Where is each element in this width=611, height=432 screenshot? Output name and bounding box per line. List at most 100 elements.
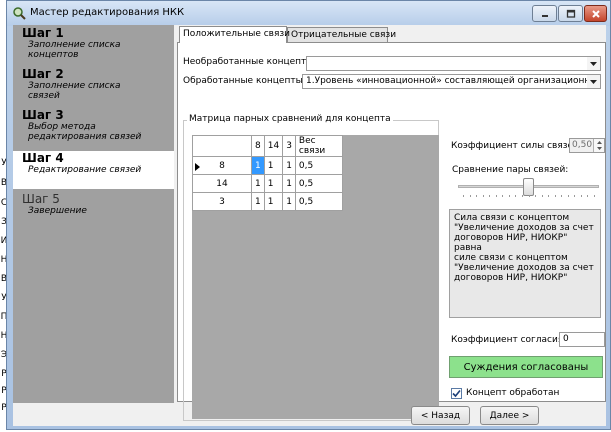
step-4[interactable]: Шаг 4 Редактирование связей: [13, 151, 174, 189]
matrix-cell[interactable]: 1: [263, 156, 284, 175]
spinner-arrows-icon[interactable]: [593, 139, 604, 152]
slider-tick: [469, 195, 471, 197]
step-desc: Выбор метода: [28, 122, 96, 132]
matrix-grid-area: 8 14 3 Вес связи 8 1 1 1 0,5 14 1 1 1 0,…: [192, 135, 439, 419]
coef-strength-value: 0,50: [572, 140, 593, 150]
current-row-icon: [195, 163, 200, 171]
slider-tick: [508, 195, 510, 197]
row-header[interactable]: 14: [192, 174, 252, 193]
matrix-cell[interactable]: 1: [251, 192, 265, 211]
row-header[interactable]: 3: [192, 192, 252, 211]
slider-tick: [535, 195, 537, 197]
step-desc: редактирования связей: [28, 132, 142, 142]
table-row: 14 1 1 1 0,5: [192, 174, 343, 193]
step-title: Шаг 4: [22, 151, 64, 165]
weight-cell[interactable]: 0,5: [294, 156, 343, 175]
agreement-field[interactable]: 0: [559, 332, 605, 347]
wizard-window: Мастер редактирования НКК Шаг 1 Заполнен…: [6, 0, 611, 430]
next-button[interactable]: Далее >: [480, 406, 539, 425]
slider-tick: [502, 195, 504, 197]
row-header[interactable]: 8: [192, 156, 252, 175]
coef-strength-label: Коэффициент силы связей:: [451, 141, 582, 151]
slider-tick: [580, 195, 582, 197]
slider-tick: [463, 195, 464, 197]
slider-tick: [515, 195, 517, 197]
step-desc: Заполнение списка: [28, 40, 121, 50]
row-header-label: 8: [219, 160, 225, 171]
compare-slider-thumb[interactable]: [523, 178, 534, 196]
weight-cell[interactable]: 0,5: [294, 174, 343, 193]
step-desc: связей: [28, 91, 60, 101]
checkmark-icon: [452, 389, 461, 398]
window-client: Шаг 1 Заполнение списка концептов Шаг 2 …: [13, 25, 606, 426]
matrix-cell[interactable]: 1: [263, 192, 284, 211]
chevron-down-icon: [587, 75, 600, 88]
step-desc: концептов: [28, 50, 79, 60]
matrix-cell[interactable]: 1: [282, 156, 296, 175]
step-3[interactable]: Шаг 3 Выбор метода редактирования связей: [13, 108, 174, 143]
info-line: силе связи с концептом: [454, 253, 568, 263]
slider-tick: [495, 195, 497, 197]
compare-label: Сравнение пары связей:: [452, 165, 569, 175]
slider-tick: [476, 195, 478, 197]
magnifier-icon: [13, 7, 26, 20]
slider-tick: [594, 195, 595, 197]
matrix-cell[interactable]: 1: [263, 174, 284, 193]
info-line: договоров НИР, НИОКР": [454, 273, 568, 283]
step-5[interactable]: Шаг 5 Завершение: [13, 192, 174, 217]
column-header[interactable]: 3: [282, 135, 296, 157]
agreed-button[interactable]: Суждения согласованы: [449, 356, 603, 378]
processed-value: 1.Уровень «инновационной» составляющей о…: [306, 76, 601, 86]
minimize-button[interactable]: [532, 5, 557, 22]
step-title: Шаг 1: [22, 26, 64, 40]
processed-select[interactable]: 1.Уровень «инновационной» составляющей о…: [302, 74, 601, 89]
maximize-button[interactable]: [558, 5, 583, 22]
step-title: Шаг 5: [22, 192, 60, 206]
unprocessed-select[interactable]: [306, 56, 601, 71]
matrix-cell[interactable]: 1: [251, 156, 265, 175]
slider-tick: [554, 195, 556, 197]
close-button[interactable]: [584, 5, 607, 22]
step-1[interactable]: Шаг 1 Заполнение списка концептов: [13, 26, 174, 61]
column-header[interactable]: Вес связи: [294, 135, 343, 157]
slider-tick: [521, 195, 523, 197]
processed-checkbox[interactable]: [451, 388, 462, 399]
comparison-matrix[interactable]: 8 14 3 Вес связи 8 1 1 1 0,5 14 1 1 1 0,…: [192, 135, 343, 211]
matrix-cell[interactable]: 1: [251, 174, 265, 193]
matrix-group-title: Матрица парных сравнений для концепта: [187, 114, 393, 124]
row-header-label: 14: [216, 178, 228, 189]
maximize-icon: [566, 9, 575, 18]
slider-tick: [561, 195, 563, 197]
slider-tick: [528, 195, 530, 197]
processed-check-label[interactable]: Концепт обработан: [466, 388, 559, 398]
window-title: Мастер редактирования НКК: [30, 7, 185, 18]
chevron-down-icon: [587, 57, 600, 70]
step-2[interactable]: Шаг 2 Заполнение списка связей: [13, 67, 174, 102]
info-line: договоров НИР, НИОКР" равна: [454, 233, 568, 253]
title-bar[interactable]: Мастер редактирования НКК: [7, 1, 610, 26]
column-header[interactable]: 14: [263, 135, 284, 157]
step-desc: Заполнение списка: [28, 81, 121, 91]
info-line: Сила связи с концептом: [454, 213, 570, 223]
slider-tick: [574, 195, 576, 197]
row-header-label: 3: [219, 196, 225, 207]
tab-negative-links[interactable]: Отрицательные связи: [287, 27, 396, 43]
minimize-icon: [541, 14, 548, 17]
table-row: 3 1 1 1 0,5: [192, 192, 343, 211]
step-title: Шаг 2: [22, 67, 64, 81]
coef-strength-spinner[interactable]: 0,50: [569, 138, 605, 153]
back-button[interactable]: < Назад: [411, 406, 470, 425]
weight-cell[interactable]: 0,5: [294, 192, 343, 211]
column-header[interactable]: 8: [251, 135, 265, 157]
slider-tick: [482, 195, 484, 197]
step-title: Шаг 3: [22, 108, 64, 122]
processed-label: Обработанные концепты:: [183, 76, 306, 86]
agreement-label: Коэффициент согласия:: [451, 335, 567, 345]
corner-cell: [192, 135, 252, 157]
header-row: 8 14 3 Вес связи: [192, 135, 343, 157]
steps-panel: Шаг 1 Заполнение списка концептов Шаг 2 …: [13, 25, 174, 403]
matrix-cell[interactable]: 1: [282, 174, 296, 193]
info-line: "Увеличение доходов за счет: [454, 263, 594, 273]
tab-positive-links[interactable]: Положительные связи: [179, 26, 290, 43]
matrix-cell[interactable]: 1: [282, 192, 296, 211]
